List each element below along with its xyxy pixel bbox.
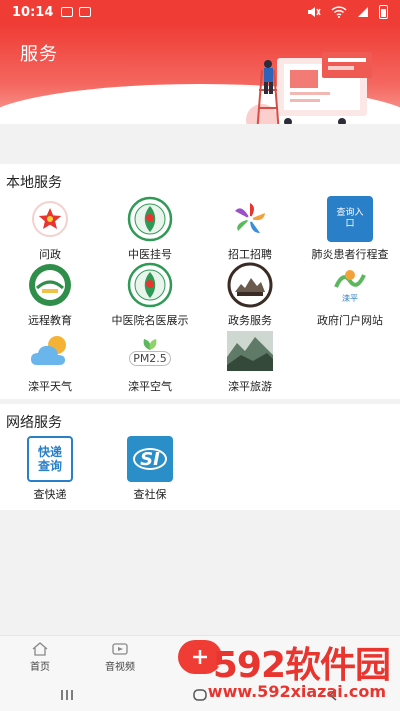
service-label: 问政 [39, 248, 61, 261]
service-label: 查社保 [133, 488, 167, 501]
home-icon [32, 642, 48, 656]
service-tourism[interactable]: 滦平旅游 [200, 328, 300, 393]
tcm-emblem-icon [127, 262, 173, 308]
service-label: 查快递 [33, 488, 67, 501]
mute-icon [308, 7, 321, 17]
network-services-section: 网络服务 快递查询 查快递 SI 查社保 [0, 404, 400, 510]
recent-apps-icon[interactable] [59, 689, 75, 701]
network-services-title: 网络服务 [6, 415, 62, 431]
tab-video[interactable]: 音视频 [80, 636, 160, 679]
page-header: 服务 [0, 24, 400, 124]
service-label: 远程教育 [28, 314, 72, 327]
service-label: 滦平天气 [28, 380, 72, 393]
watermark-url: www.592xiazai.com [207, 682, 386, 701]
government-portal-icon: 滦平 [327, 262, 373, 308]
air-pm25-icon: PM2.5 [127, 328, 173, 374]
great-wall-emblem-icon [227, 262, 273, 308]
service-government-affairs[interactable]: 政务服务 [200, 262, 300, 327]
service-weather[interactable]: 滦平天气 [0, 328, 100, 393]
service-tcm-doctors[interactable]: 中医院名医展示 [100, 262, 200, 327]
service-label: 中医挂号 [128, 248, 172, 261]
local-services-title: 本地服务 [6, 175, 62, 191]
mountain-photo-icon [227, 328, 273, 374]
status-bar: 10:14 [0, 0, 400, 24]
wifi-icon [331, 6, 347, 18]
service-pneumonia-trip-query[interactable]: 查询入口 肺炎患者行程查 [300, 196, 400, 261]
site-watermark: 592软件园 www.592xiazai.com [188, 636, 394, 708]
social-security-icon: SI [127, 436, 173, 482]
service-label: 政府门户网站 [317, 314, 383, 327]
weather-cloud-icon [27, 328, 73, 374]
office-illustration-icon [246, 52, 372, 124]
tab-label: 首页 [30, 662, 50, 673]
service-express-query[interactable]: 快递查询 查快递 [0, 436, 100, 501]
service-label: 政务服务 [228, 314, 272, 327]
service-government-portal[interactable]: 滦平 政府门户网站 [300, 262, 400, 327]
service-label: 中医院名医展示 [111, 314, 189, 327]
service-label: 肺炎患者行程查 [311, 248, 389, 261]
service-wenzheng[interactable]: 问政 [0, 196, 100, 261]
watermark-logo-text: 592软件园 [212, 645, 391, 686]
status-time: 10:14 [12, 4, 54, 20]
page-title: 服务 [20, 44, 58, 65]
local-services-section: 本地服务 问政 中医挂号 招工招聘 查询入口 肺炎患者行程查 远程教育 中医院名… [0, 164, 400, 399]
express-query-icon: 快递查询 [27, 436, 73, 482]
video-icon [112, 643, 128, 655]
education-emblem-icon [27, 262, 73, 308]
service-tcm-registration[interactable]: 中医挂号 [100, 196, 200, 261]
service-label: 招工招聘 [228, 248, 272, 261]
recruit-pinwheel-icon [227, 196, 273, 242]
query-entry-icon: 查询入口 [327, 196, 373, 242]
service-label: 滦平旅游 [228, 380, 272, 393]
tab-home[interactable]: 首页 [0, 636, 80, 679]
service-air-quality[interactable]: PM2.5 滦平空气 [100, 328, 200, 393]
tab-label: 音视频 [105, 662, 135, 673]
star-badge-icon [27, 196, 73, 242]
service-social-security[interactable]: SI 查社保 [100, 436, 200, 501]
message-icon [79, 7, 92, 17]
battery-icon [379, 5, 388, 19]
notification-icon [61, 7, 74, 17]
service-remote-education[interactable]: 远程教育 [0, 262, 100, 327]
signal-icon [358, 7, 368, 17]
tcm-emblem-icon [127, 196, 173, 242]
service-label: 滦平空气 [128, 380, 172, 393]
service-recruitment[interactable]: 招工招聘 [200, 196, 300, 261]
